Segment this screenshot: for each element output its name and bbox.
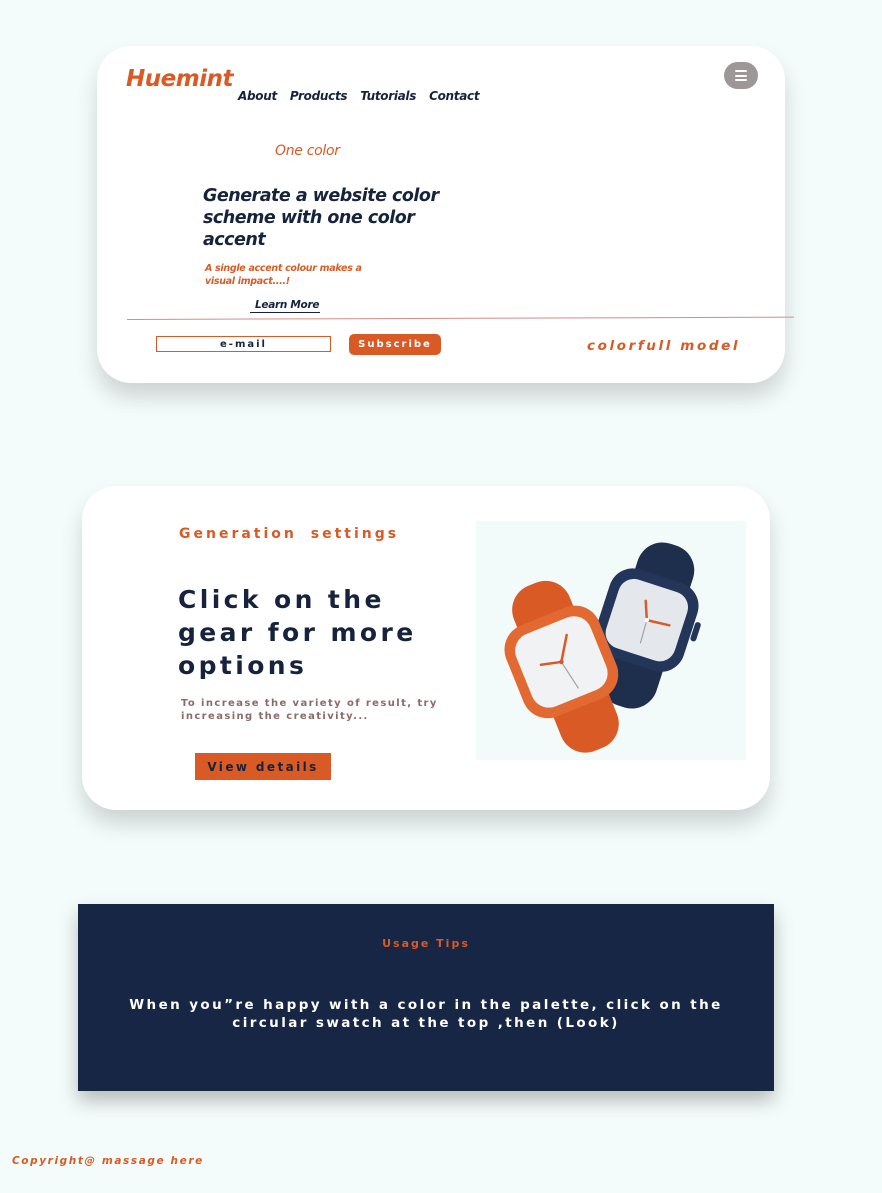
copyright-text: Copyright@ massage here xyxy=(12,1155,204,1167)
hero-eyebrow: One color xyxy=(275,143,340,159)
settings-subtext: To increase the variety of result, try i… xyxy=(181,698,438,722)
settings-card: Generation settings Click on the gear fo… xyxy=(82,486,770,810)
view-details-button[interactable]: View details xyxy=(195,753,331,780)
hero-card: Huemint About Products Tutorials Contact… xyxy=(97,46,794,383)
nav-link-tutorials[interactable]: Tutorials xyxy=(360,89,416,103)
learn-more-link[interactable]: Learn More xyxy=(250,299,321,313)
tips-title: Usage Tips xyxy=(382,937,470,950)
hero-headline: Generate a website color scheme with one… xyxy=(203,186,439,250)
nav-link-products[interactable]: Products xyxy=(290,89,348,103)
nav-link-about[interactable]: About xyxy=(238,89,277,103)
nav-link-contact[interactable]: Contact xyxy=(429,89,479,103)
divider-line xyxy=(126,316,794,320)
logo[interactable]: Huemint xyxy=(126,66,233,92)
subscribe-button[interactable]: Subscribe xyxy=(349,334,441,355)
tips-body: When you”re happy with a color in the pa… xyxy=(129,997,723,1031)
hero-subtext: A single accent colour makes a visual im… xyxy=(205,263,362,287)
smartwatches-image xyxy=(476,521,746,760)
tagline: colorfull model xyxy=(587,338,741,354)
email-field[interactable] xyxy=(156,336,331,352)
menu-button[interactable] xyxy=(724,62,758,89)
usage-tips-panel: Usage Tips When you”re happy with a colo… xyxy=(78,904,774,1091)
main-nav: About Products Tutorials Contact xyxy=(238,89,480,103)
hamburger-menu-icon xyxy=(735,70,747,81)
settings-headline: Click on the gear for more options xyxy=(178,585,417,680)
settings-eyebrow: Generation settings xyxy=(179,526,400,542)
